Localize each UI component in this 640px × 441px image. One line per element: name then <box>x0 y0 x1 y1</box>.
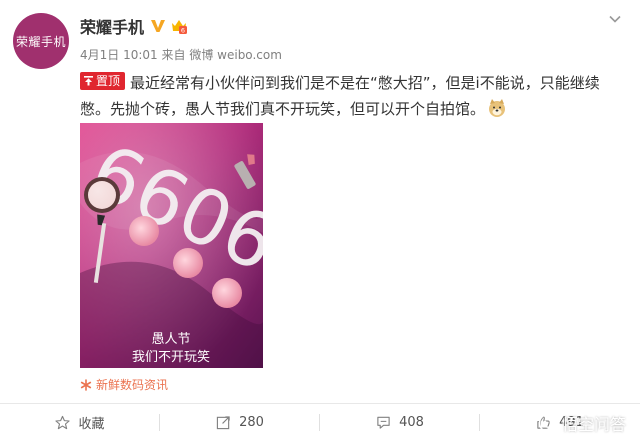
comment-button[interactable]: 408 <box>320 404 480 441</box>
asterisk-icon <box>80 378 92 391</box>
pin-badge: 置顶 <box>80 71 126 90</box>
avatar-text: 荣耀手机 <box>15 34 66 49</box>
avatar[interactable]: 荣耀手机 <box>13 13 69 69</box>
caption-line1: 愚人节 <box>151 332 190 347</box>
honor-ad-image: 6606 愚人节 我们不开玩笑 <box>80 123 263 368</box>
post-body: 最近经常有小伙伴问到我们是不是在“憋大招”，但是i不能说，只能继续憋。先抛个砖，… <box>80 74 600 118</box>
doge-emoji-icon <box>489 99 506 117</box>
favorite-button[interactable]: 收藏 <box>0 404 160 441</box>
svg-text:6: 6 <box>181 27 185 35</box>
vip-badge-icon[interactable]: 6 <box>170 17 188 35</box>
watermark-text: 悟空问答 <box>561 415 626 434</box>
pin-label: 置顶 <box>96 73 121 88</box>
chevron-down-icon[interactable] <box>608 12 622 26</box>
post-meta: 4月1日 10:01 来自 微博 weibo.com <box>80 46 282 63</box>
caption-line2: 我们不开玩笑 <box>132 349 210 365</box>
post-image[interactable]: 6606 愚人节 我们不开玩笑 <box>80 123 263 368</box>
repost-button[interactable]: 280 <box>160 404 320 441</box>
verified-icon[interactable] <box>150 18 166 34</box>
comment-icon <box>377 416 390 429</box>
comment-count: 408 <box>399 415 424 430</box>
repost-count: 280 <box>239 415 264 430</box>
author-name[interactable]: 荣耀手机 <box>80 14 144 38</box>
post-header: 荣耀手机 6 <box>80 14 188 38</box>
post-text: 置顶 最近经常有小伙伴问到我们是不是在“憋大招”，但是i不能说，只能继续憋。先抛… <box>80 70 620 122</box>
source-link-label[interactable]: 新鲜数码资讯 <box>96 376 168 393</box>
source-name[interactable]: 微博 weibo.com <box>189 48 282 62</box>
repost-icon <box>216 416 230 430</box>
post-date[interactable]: 4月1日 10:01 <box>80 48 158 62</box>
source-link[interactable]: 新鲜数码资讯 <box>80 376 168 393</box>
star-icon <box>55 415 71 430</box>
wukong-logo-icon <box>538 413 558 433</box>
watermark: 悟空问答 <box>538 411 626 435</box>
favorite-label: 收藏 <box>78 417 105 432</box>
source-prefix: 来自 <box>161 48 186 62</box>
pin-icon <box>84 76 93 86</box>
